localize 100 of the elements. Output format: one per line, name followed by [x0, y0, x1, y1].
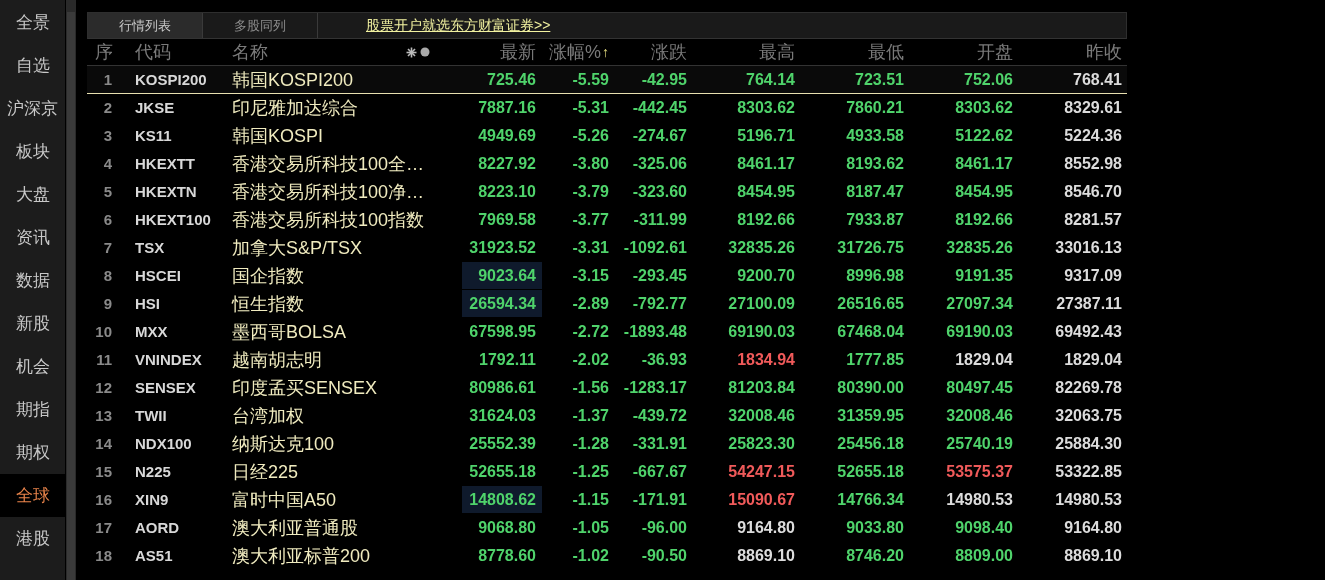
table-row[interactable]: 3 KS11 韩国KOSPI 4949.69 -5.26 -274.67 5196.71 4933.58 5122.62 5224.36 [87, 122, 1127, 150]
table-row[interactable]: 4 HKEXTT 香港交易所科技100全… 8227.92 -3.80 -325.06 8461.17 8193.62 8461.17 8552.98 [87, 150, 1127, 178]
table-cell: -5.31 [572, 97, 609, 118]
table-row[interactable]: 5 HKEXTN 香港交易所科技100净… 8223.10 -3.79 -323.60 8454.95 8187.47 8454.95 8546.70 [87, 178, 1127, 206]
table-cell: 27097.34 [946, 293, 1013, 314]
name-cell-text: 印尼雅加达综合 [232, 96, 359, 120]
table-row[interactable]: 12 SENSEX 印度孟买SENSEX 80986.61 -1.56 -1283.17 81203.84 80390.00 80497.45 82269.78 [87, 374, 1127, 402]
table-cell: 31923.52 [469, 237, 536, 258]
table-cell: 81203.84 [728, 377, 795, 398]
table-cell: 69190.03 [728, 321, 795, 342]
table-cell: 7933.87 [846, 209, 904, 230]
column-header[interactable]: 最高 [759, 40, 795, 64]
table-row[interactable]: 1 KOSPI200 韩国KOSPI200 725.46 -5.59 -42.95 764.14 723.51 752.06 768.41 [87, 66, 1127, 94]
sidebar-item[interactable]: 大盘 [0, 173, 65, 216]
sidebar-item[interactable]: 机会 [0, 345, 65, 388]
table-cell: -5.59 [572, 69, 609, 90]
table-cell: -2.02 [572, 349, 609, 370]
column-header[interactable]: 涨跌 [651, 40, 687, 64]
table-row[interactable]: 7 TSX 加拿大S&P/TSX 31923.52 -3.31 -1092.61 32835.26 31726.75 32835.26 33016.13 [87, 234, 1127, 262]
code-cell-text: KOSPI200 [134, 71, 208, 88]
name-cell-text: 韩国KOSPI [232, 124, 325, 148]
sidebar-item[interactable]: 数据 [0, 259, 65, 302]
table-row[interactable]: 15 N225 日经225 52655.18 -1.25 -667.67 54247.15 52655.18 53575.37 53322.85 [87, 458, 1127, 486]
table-cell: 7860.21 [846, 97, 904, 118]
code-cell-text: N225 [134, 463, 172, 480]
code-cell-text: XIN9 [134, 491, 170, 508]
table-cell: 1777.85 [846, 349, 904, 370]
table-cell: -323.60 [632, 181, 687, 202]
row-number: 9 [102, 295, 113, 312]
table-cell: -792.77 [632, 293, 687, 314]
promo-link[interactable]: 股票开户就选东方财富证券>> [366, 16, 551, 35]
sidebar-item[interactable]: 全景 [0, 1, 65, 44]
table-cell: 7969.58 [478, 209, 536, 230]
table-cell: 9200.70 [737, 265, 795, 286]
sidebar-item[interactable]: 港股 [0, 517, 65, 560]
table-row[interactable]: 2 JKSE 印尼雅加达综合 7887.16 -5.31 -442.45 8303.62 7860.21 8303.62 8329.61 [87, 94, 1127, 122]
sidebar-item[interactable]: 期指 [0, 388, 65, 431]
table-cell: 69190.03 [946, 321, 1013, 342]
column-header[interactable]: 序 [95, 40, 113, 64]
table-cell: 25456.18 [837, 433, 904, 454]
row-number: 16 [94, 491, 113, 508]
table-row[interactable]: 13 TWII 台湾加权 31624.03 -1.37 -439.72 32008.46 31359.95 32008.46 32063.75 [87, 402, 1127, 430]
asterisk-icon[interactable] [406, 46, 417, 58]
table-cell: 27100.09 [728, 293, 795, 314]
table-cell: 14766.34 [837, 489, 904, 510]
table-cell: 14980.53 [1055, 489, 1122, 510]
table-cell: 8193.62 [846, 153, 904, 174]
table-cell: -2.72 [572, 321, 609, 342]
table-cell: 8303.62 [955, 97, 1013, 118]
table-row[interactable]: 14 NDX100 纳斯达克100 25552.39 -1.28 -331.91 25823.30 25456.18 25740.19 25884.30 [87, 430, 1127, 458]
sidebar-item[interactable]: 板块 [0, 130, 65, 173]
column-header[interactable]: 最低 [868, 40, 904, 64]
table-cell: -96.00 [641, 517, 687, 538]
table-cell: 9023.64 [478, 265, 536, 286]
sidebar-item[interactable]: 全球 [0, 474, 65, 517]
table-cell: -3.31 [572, 237, 609, 258]
table-cell: -439.72 [632, 405, 687, 426]
table-row[interactable]: 10 MXX 墨西哥BOLSA 67598.95 -2.72 -1893.48 69190.03 67468.04 69190.03 69492.43 [87, 318, 1127, 346]
table-cell: 32008.46 [728, 405, 795, 426]
table-row[interactable]: 17 AORD 澳大利亚普通股 9068.80 -1.05 -96.00 9164.80 9033.80 9098.40 9164.80 [87, 514, 1127, 542]
scrollbar[interactable] [66, 0, 76, 580]
row-number: 18 [94, 547, 113, 564]
table-row[interactable]: 8 HSCEI 国企指数 9023.64 -3.15 -293.45 9200.70 8996.98 9191.35 9317.09 [87, 262, 1127, 290]
table-cell: -293.45 [632, 265, 687, 286]
tab[interactable]: 行情列表 [88, 13, 203, 38]
table-row[interactable]: 6 HKEXT100 香港交易所科技100指数 7969.58 -3.77 -311.99 8192.66 7933.87 8192.66 8281.57 [87, 206, 1127, 234]
name-cell-text: 香港交易所科技100净… [232, 180, 426, 204]
name-cell-text: 澳大利亚普通股 [232, 516, 359, 540]
table-cell: -311.99 [633, 209, 687, 230]
table-cell: -3.77 [572, 209, 609, 230]
table-cell: 9068.80 [478, 517, 536, 538]
row-number: 3 [102, 127, 113, 144]
table-cell: 32835.26 [946, 237, 1013, 258]
row-number: 13 [94, 407, 113, 424]
sidebar-item[interactable]: 新股 [0, 302, 65, 345]
sidebar-item[interactable]: 沪深京 [0, 87, 65, 130]
table-row[interactable]: 9 HSI 恒生指数 26594.34 -2.89 -792.77 27100.09 26516.65 27097.34 27387.11 [87, 290, 1127, 318]
sidebar-item[interactable]: 期权 [0, 431, 65, 474]
column-header[interactable]: 代码 [135, 40, 171, 64]
table-cell: 8778.60 [478, 545, 536, 566]
table-cell: 1834.94 [737, 349, 795, 370]
table-cell: 8869.10 [737, 545, 795, 566]
column-header[interactable]: 涨幅% [549, 40, 601, 64]
column-header[interactable]: 开盘 [977, 40, 1013, 64]
table-cell: 5122.62 [955, 125, 1013, 146]
column-header[interactable]: 名称 [232, 40, 268, 64]
sidebar-item[interactable]: 资讯 [0, 216, 65, 259]
column-header[interactable]: 昨收 [1086, 40, 1122, 64]
table-row[interactable]: 16 XIN9 富时中国A50 14808.62 -1.15 -171.91 15090.67 14766.34 14980.53 14980.53 [87, 486, 1127, 514]
table-cell: 768.41 [1073, 69, 1122, 90]
table-row[interactable]: 11 VNINDEX 越南胡志明 1792.11 -2.02 -36.93 1834.94 1777.85 1829.04 1829.04 [87, 346, 1127, 374]
circle-icon[interactable] [420, 47, 430, 57]
table-cell: -1.28 [572, 433, 609, 454]
code-cell-text: NDX100 [134, 435, 193, 452]
row-number: 8 [102, 267, 113, 284]
sort-arrow[interactable]: ↑ [602, 44, 609, 60]
sidebar-item[interactable]: 自选 [0, 44, 65, 87]
column-header[interactable]: 最新 [500, 40, 536, 64]
table-row[interactable]: 18 AS51 澳大利亚标普200 8778.60 -1.02 -90.50 8869.10 8746.20 8809.00 8869.10 [87, 542, 1127, 570]
table-cell: 32835.26 [728, 237, 795, 258]
